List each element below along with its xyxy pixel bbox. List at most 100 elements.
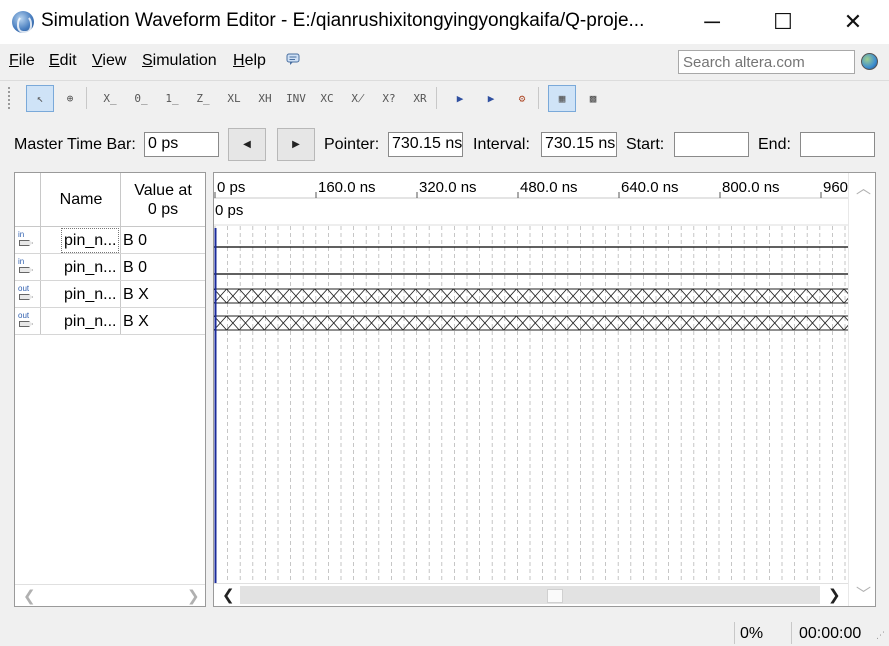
generate-netlist-icon[interactable]: ⚙ bbox=[508, 85, 536, 112]
scroll-right-icon[interactable]: ❯ bbox=[187, 587, 200, 605]
hscroll-track[interactable] bbox=[240, 586, 820, 604]
value-column-header[interactable]: Value at 0 ps bbox=[121, 181, 205, 219]
hscroll-thumb[interactable] bbox=[547, 589, 563, 603]
grid-settings-icon[interactable]: ▩ bbox=[579, 85, 607, 112]
signal-name[interactable]: pin_n... bbox=[61, 282, 119, 307]
signal-row[interactable]: out pin_n... B X bbox=[15, 281, 205, 308]
random-value-icon[interactable]: XR bbox=[406, 85, 434, 112]
signal-value: B X bbox=[123, 313, 149, 330]
pin-direction-label: in bbox=[18, 230, 25, 239]
end-field[interactable] bbox=[800, 132, 875, 157]
signal-value: B 0 bbox=[123, 259, 148, 276]
waveform-panel[interactable]: 0 ps 160.0 ns 320.0 ns 480.0 ns 640.0 ns 800.… bbox=[213, 172, 876, 607]
pin-direction-label: out bbox=[18, 311, 30, 320]
weak-high-icon[interactable]: XH bbox=[251, 85, 279, 112]
toolbar-separator bbox=[436, 87, 437, 109]
waveform-toolbar: ↖ ⊕ X̲ 0̲ 1̲ Z̲ XL XH INV XC X̸ X? XR ▶ ▶ ⚙ ▦ ▩ bbox=[0, 80, 889, 114]
waveform-hscrollbar[interactable]: ❮ ❯ bbox=[214, 583, 848, 606]
signal-name[interactable]: pin_n... bbox=[61, 228, 119, 253]
selection-tool-icon[interactable]: ↖ bbox=[26, 85, 54, 112]
signal-value: B X bbox=[123, 286, 149, 303]
menu-view[interactable]: View bbox=[92, 52, 126, 70]
scroll-up-icon[interactable]: ︿ bbox=[856, 177, 871, 198]
high-impedance-icon[interactable]: Z̲ bbox=[189, 85, 217, 112]
signal-list-hscrollbar[interactable]: ❮ ❯ bbox=[15, 584, 205, 606]
pin-direction-label: out bbox=[18, 284, 30, 293]
ruler-tick-label: 640.0 ns bbox=[621, 179, 679, 196]
signal-list-panel: Name Value at 0 ps in pin_n... B 0 in pi… bbox=[14, 172, 206, 607]
previous-arrow-icon: ◀ bbox=[243, 139, 251, 150]
forcing-unknown-icon[interactable]: X̲ bbox=[96, 85, 124, 112]
count-value-icon[interactable]: XC bbox=[313, 85, 341, 112]
run-timing-simulation-icon[interactable]: ▶ bbox=[477, 85, 505, 112]
end-label: End: bbox=[758, 136, 791, 153]
resize-grip-icon[interactable]: ⋰ bbox=[876, 630, 885, 641]
forcing-low-icon[interactable]: 0̲ bbox=[127, 85, 155, 112]
elapsed-time: 00:00:00 bbox=[799, 625, 862, 642]
invert-icon[interactable]: INV bbox=[282, 85, 310, 112]
master-time-bar-field[interactable]: 0 ps bbox=[144, 132, 219, 157]
menu-view-accel: V bbox=[92, 52, 103, 69]
feedback-icon[interactable] bbox=[286, 53, 300, 66]
globe-icon[interactable] bbox=[861, 53, 878, 70]
menu-edit-label: dit bbox=[59, 52, 77, 69]
minimize-button[interactable]: ─ bbox=[689, 0, 735, 44]
menu-file[interactable]: File bbox=[9, 52, 35, 70]
output-pin-icon: out bbox=[18, 285, 36, 304]
arbitrary-value-icon[interactable]: X? bbox=[375, 85, 403, 112]
signal-row[interactable]: in pin_n... B 0 bbox=[15, 227, 205, 254]
title-bar: Simulation Waveform Editor - E:/qianrush… bbox=[0, 0, 889, 44]
scroll-left-icon[interactable]: ❮ bbox=[23, 587, 36, 605]
menu-simulation-accel: S bbox=[142, 52, 153, 69]
previous-transition-button[interactable]: ◀ bbox=[228, 128, 266, 161]
zoom-tool-icon[interactable]: ⊕ bbox=[56, 85, 84, 112]
status-divider bbox=[734, 622, 735, 644]
pointer-label: Pointer: bbox=[324, 136, 380, 153]
forcing-high-icon[interactable]: 1̲ bbox=[158, 85, 186, 112]
close-button[interactable]: ✕ bbox=[830, 0, 876, 44]
ruler-tick-label: 0 ps bbox=[217, 179, 245, 196]
weak-low-icon[interactable]: XL bbox=[220, 85, 248, 112]
signal-name[interactable]: pin_n... bbox=[61, 309, 119, 334]
snap-to-grid-icon[interactable]: ▦ bbox=[548, 85, 576, 112]
menu-simulation[interactable]: Simulation bbox=[142, 52, 217, 70]
scroll-left-icon[interactable]: ❮ bbox=[222, 586, 235, 604]
ruler-tick-label: 960.0 ns bbox=[823, 179, 850, 196]
interval-field: 730.15 ns bbox=[541, 132, 617, 157]
clock-icon[interactable]: X̸ bbox=[344, 85, 372, 112]
menu-simulation-label: imulation bbox=[152, 52, 217, 69]
interval-label: Interval: bbox=[473, 136, 530, 153]
signal-name[interactable]: pin_n... bbox=[61, 255, 119, 280]
status-bar: 0% 00:00:00 ⋰ bbox=[0, 620, 889, 646]
ruler-tick-label: 160.0 ns bbox=[318, 179, 376, 196]
ruler-tick-label: 480.0 ns bbox=[520, 179, 578, 196]
toolbar-separator bbox=[86, 87, 87, 109]
search-input[interactable] bbox=[678, 50, 855, 74]
window-title: Simulation Waveform Editor - E:/qianrush… bbox=[41, 10, 645, 31]
menu-edit[interactable]: Edit bbox=[49, 52, 77, 70]
scroll-right-icon[interactable]: ❯ bbox=[828, 586, 841, 604]
ruler-tick-label: 320.0 ns bbox=[419, 179, 477, 196]
input-pin-icon: in bbox=[18, 231, 36, 250]
run-functional-simulation-icon[interactable]: ▶ bbox=[446, 85, 474, 112]
menu-file-accel: F bbox=[9, 52, 19, 69]
scroll-down-icon[interactable]: ﹀ bbox=[856, 583, 871, 604]
start-field[interactable] bbox=[674, 132, 749, 157]
signal-row[interactable]: out pin_n... B X bbox=[15, 308, 205, 335]
output-pin-icon: out bbox=[18, 312, 36, 331]
menu-help-accel: H bbox=[233, 52, 245, 69]
toolbar-separator bbox=[538, 87, 539, 109]
maximize-button[interactable]: ☐ bbox=[760, 0, 806, 44]
time-bar: Master Time Bar: 0 ps ◀ ▶ Pointer: 730.1… bbox=[0, 124, 889, 164]
signal-value: B 0 bbox=[123, 232, 148, 249]
value-header-line1: Value at bbox=[134, 182, 192, 199]
next-arrow-icon: ▶ bbox=[292, 139, 300, 150]
waveform-canvas[interactable]: 0 ps 160.0 ns 320.0 ns 480.0 ns 640.0 ns 800.… bbox=[214, 173, 850, 583]
menu-help[interactable]: Help bbox=[233, 52, 266, 70]
signal-row[interactable]: in pin_n... B 0 bbox=[15, 254, 205, 281]
status-divider bbox=[791, 622, 792, 644]
waveform-vscrollbar[interactable]: ︿ ﹀ bbox=[848, 173, 875, 606]
next-transition-button[interactable]: ▶ bbox=[277, 128, 315, 161]
master-cursor-label: 0 ps bbox=[215, 202, 243, 219]
name-column-header[interactable]: Name bbox=[41, 191, 121, 209]
